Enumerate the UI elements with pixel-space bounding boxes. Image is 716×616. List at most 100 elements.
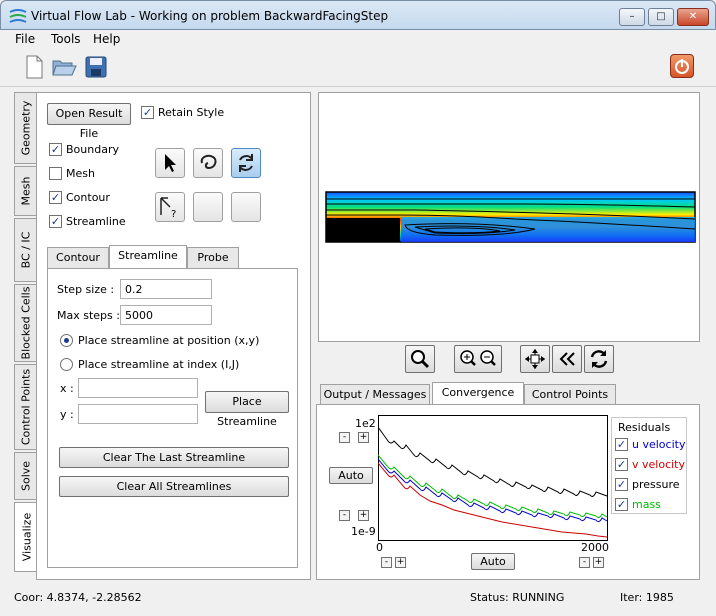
x-max-plus-button[interactable]: + — [593, 557, 604, 568]
tab-solve-label: Solve — [19, 460, 32, 492]
blank-tool-button-1[interactable] — [193, 192, 223, 222]
close-button[interactable]: ✕ — [677, 8, 709, 26]
menu-help[interactable]: Help — [93, 32, 120, 46]
window-title: Virtual Flow Lab - Working on problem Ba… — [31, 9, 389, 23]
retain-style-checkbox[interactable]: ✓ — [141, 106, 154, 119]
y-min-minus-button[interactable]: - — [339, 510, 350, 521]
y-max-plus-button[interactable]: + — [358, 432, 369, 443]
x-max-label: 2000 — [581, 541, 609, 554]
subtab-streamline[interactable]: Streamline — [109, 245, 187, 269]
tab-convergence[interactable]: Convergence — [432, 382, 524, 406]
tab-control-points[interactable]: Control Points — [14, 364, 36, 450]
x-input[interactable] — [78, 378, 198, 398]
left-tab-strip: Geometry Mesh BC / IC Blocked Cells Cont… — [14, 92, 38, 572]
tab-visualize-label: Visualize — [20, 512, 33, 562]
subtab-contour[interactable]: Contour — [47, 247, 109, 269]
tab-bc-ic-label: BC / IC — [19, 231, 32, 269]
tab-geometry[interactable]: Geometry — [14, 92, 36, 164]
coordinate-readout: Coor: 4.8374, -2.28562 — [14, 591, 142, 604]
new-file-icon[interactable] — [20, 53, 48, 81]
probe-point-button[interactable]: ? — [155, 192, 185, 222]
radio-index[interactable] — [60, 358, 73, 371]
tab-blocked-cells[interactable]: Blocked Cells — [14, 284, 36, 362]
double-chevron-left-icon — [559, 352, 575, 366]
zoom-in-out-icon — [460, 350, 496, 366]
residuals-title: Residuals — [618, 421, 671, 434]
select-tool-button[interactable] — [155, 148, 185, 178]
mesh-label: Mesh — [66, 167, 95, 180]
mass-label: mass — [632, 498, 661, 511]
streamline-subpanel: Step size : 0.2 Max steps : 5000 Place s… — [47, 268, 298, 568]
power-button[interactable] — [670, 54, 694, 78]
tab-output-messages[interactable]: Output / Messages — [320, 384, 430, 406]
zoom-in-out-button[interactable] — [454, 345, 502, 373]
retain-style-label: Retain Style — [158, 106, 225, 119]
y-max-minus-button[interactable]: - — [339, 432, 350, 443]
open-folder-icon[interactable] — [50, 53, 78, 81]
streamline-label: Streamline — [66, 215, 126, 228]
minimize-button[interactable]: – — [619, 8, 645, 26]
clear-last-streamline-button[interactable]: Clear The Last Streamline — [59, 447, 289, 468]
y-label: y : — [60, 408, 74, 421]
clear-all-streamlines-button[interactable]: Clear All Streamlines — [59, 476, 289, 497]
radio-index-label: Place streamline at index (I,J) — [78, 358, 240, 371]
pressure-label: pressure — [632, 478, 680, 491]
rotate-view-button[interactable] — [231, 148, 261, 178]
step-block — [326, 218, 400, 242]
x-min-minus-button[interactable]: - — [381, 557, 392, 568]
blank-tool-button-2[interactable] — [231, 192, 261, 222]
auto-x-button[interactable]: Auto — [471, 553, 515, 570]
maximize-button[interactable]: □ — [648, 8, 674, 26]
menu-file[interactable]: File — [15, 32, 35, 46]
radio-position-label: Place streamline at position (x,y) — [78, 334, 260, 347]
power-icon — [675, 59, 689, 74]
subtab-probe[interactable]: Probe — [187, 247, 239, 269]
auto-y-button[interactable]: Auto — [329, 467, 373, 484]
tab-mesh[interactable]: Mesh — [14, 166, 36, 216]
contour-checkbox[interactable]: ✓ — [49, 191, 62, 204]
x-min-plus-button[interactable]: + — [395, 557, 406, 568]
step-size-input[interactable]: 0.2 — [120, 279, 212, 299]
tab-control-points-bottom[interactable]: Control Points — [524, 384, 616, 406]
move-arrows-icon — [525, 349, 545, 369]
x-min-label: 0 — [376, 541, 383, 554]
save-icon[interactable] — [82, 53, 110, 81]
residuals-legend: Residuals ✓ u velocity ✓ v velocity ✓ pr… — [611, 417, 687, 514]
open-result-file-button[interactable]: Open Result File — [47, 103, 131, 140]
x-max-minus-button[interactable]: - — [579, 557, 590, 568]
mesh-checkbox[interactable] — [49, 167, 62, 180]
pressure-checkbox[interactable]: ✓ — [615, 478, 628, 491]
y-min-plus-button[interactable]: + — [358, 510, 369, 521]
tab-bc-ic[interactable]: BC / IC — [14, 218, 36, 282]
y-min-label: 1e-9 — [351, 525, 376, 538]
status-bar: Coor: 4.8374, -2.28562 Status: RUNNING I… — [0, 586, 716, 616]
u-velocity-checkbox[interactable]: ✓ — [615, 438, 628, 451]
solver-status: Status: RUNNING — [470, 591, 565, 604]
tab-blocked-cells-label: Blocked Cells — [19, 286, 32, 360]
tab-control-points-label: Control Points — [19, 368, 32, 446]
max-steps-input[interactable]: 5000 — [120, 305, 212, 325]
mass-checkbox[interactable]: ✓ — [615, 498, 628, 511]
tab-mesh-label: Mesh — [19, 176, 32, 206]
zoom-button[interactable] — [405, 345, 435, 373]
menu-tools[interactable]: Tools — [51, 32, 81, 46]
max-steps-label: Max steps : — [57, 309, 120, 322]
pan-button[interactable] — [520, 345, 550, 373]
title-bar: Virtual Flow Lab - Working on problem Ba… — [0, 0, 716, 30]
streamline-checkbox[interactable]: ✓ — [49, 215, 62, 228]
tab-visualize[interactable]: Visualize — [14, 502, 38, 572]
v-velocity-checkbox[interactable]: ✓ — [615, 458, 628, 471]
lasso-icon — [200, 154, 217, 170]
flow-field-plot — [325, 191, 696, 243]
tab-solve[interactable]: Solve — [14, 452, 36, 500]
place-streamline-button[interactable]: Place Streamline — [205, 391, 289, 428]
refresh-button[interactable] — [584, 345, 614, 373]
boundary-checkbox[interactable]: ✓ — [49, 143, 62, 156]
boundary-label: Boundary — [66, 143, 119, 156]
cursor-arrow-icon — [165, 154, 176, 172]
reset-view-button[interactable] — [552, 345, 582, 373]
y-input[interactable] — [78, 404, 198, 424]
flow-viewer[interactable] — [318, 92, 700, 342]
lasso-tool-button[interactable] — [193, 148, 223, 178]
radio-position[interactable] — [60, 334, 73, 347]
